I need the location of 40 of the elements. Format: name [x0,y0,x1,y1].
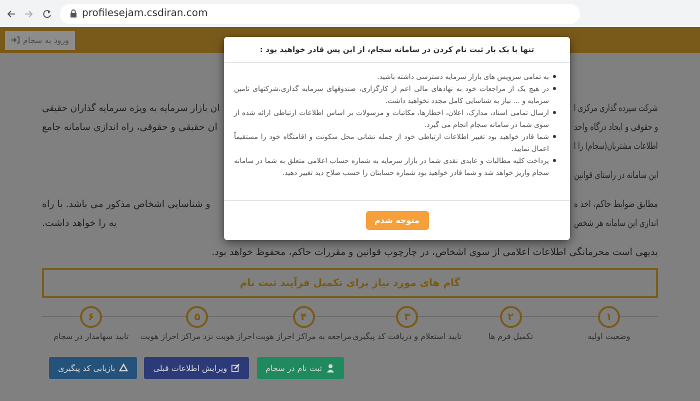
back-icon[interactable] [6,8,16,18]
paragraph-text: ان بازار سرمایه به ویژه سرمایه گذاران حقیقی [42,103,220,114]
step-label: مراجعه به مراکز احراز هویت [256,332,352,341]
step-number: ۱ [598,306,620,328]
edit-icon [231,363,240,373]
paragraph-text: اندازی این سامانه هر شخص [574,218,658,229]
register-button[interactable]: ثبت نام در سجام [256,357,344,379]
step-number: ۲ [500,306,522,328]
paragraph-text: ان حقیقی و حقوقی، راه اندازی سامانه جامع [42,122,218,133]
lock-icon [70,9,77,18]
step-number: ۶ [80,306,102,328]
edit-button[interactable]: ویرایش اطلاعات قبلی [144,357,250,379]
step-number: ۳ [396,306,418,328]
step-label: تکمیل فرم ها [488,332,534,341]
user-icon [326,363,335,373]
address-bar[interactable]: profilesejam.csdiran.com [60,4,580,24]
paragraph-text: و حقوقی و ایجاد درگاه واحد [574,122,658,133]
bullet-icon [553,159,556,162]
paragraph-text: مطابق ضوابط حاکم، اخذ ه [574,199,658,210]
bullet-icon [553,111,556,114]
paragraph-text: یه را خواهد داشت. [42,218,117,229]
step-label: احراز هویت نزد مراکز احراز هویت [140,332,254,341]
paragraph-text: این سامانه در راستای قوانین [574,170,658,181]
recover-button[interactable]: بازیابی کد پیگیری [48,357,138,379]
paragraph-text: بدیهی است محرمانگی اطلاعات اعلامی از سوی اشخاص، در چارچوب قوانین و مقررات حاکم، محفوظ خواهد بود. [212,247,658,258]
bullet-icon [553,87,556,90]
sign-in-icon [11,36,20,44]
step-number: ۵ [186,306,208,328]
paragraph-text: و شناسایی اشخاص مذکور می باشد. با راه [42,199,210,210]
bullet-icon [553,135,556,138]
reload-icon[interactable] [42,8,52,18]
steps-heading: گام های مورد نیاز برای تکمیل فرآیند ثبت نام [42,268,658,298]
bullet-icon [553,75,556,78]
step-label: تایید استعلام و دریافت کد پیگیری [352,332,462,341]
step-label: وضعیت اولیه [588,332,630,341]
paragraph-text: اطلاعات مشتریان(سجام) را ا [574,141,658,152]
url-text: profilesejam.csdiran.com [82,8,208,19]
paragraph-text: شرکت سپرده گذاری مرکزی ا [574,103,658,114]
step-label: تایید سهامدار در سجام [54,332,129,341]
step-number: ۴ [292,306,315,328]
